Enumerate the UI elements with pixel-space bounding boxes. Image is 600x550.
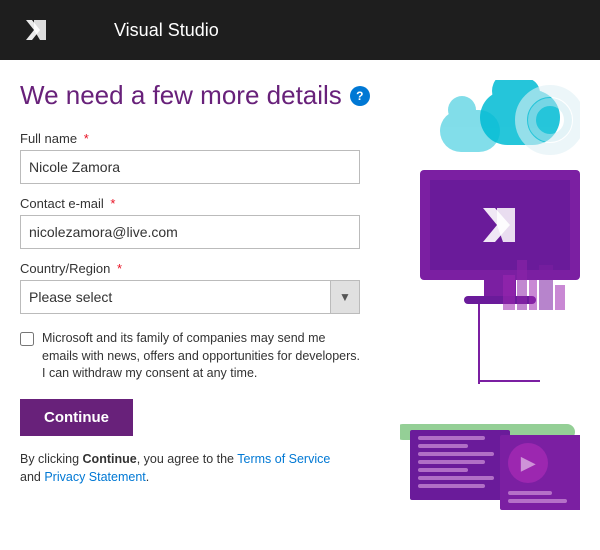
panel2-line-2 (508, 499, 567, 503)
form-panel: We need a few more details ? Full name *… (20, 80, 400, 540)
code-line-5 (418, 468, 468, 472)
code-line-3 (418, 452, 494, 456)
page-title-text: We need a few more details (20, 80, 342, 111)
code-line-4 (418, 460, 485, 464)
code-line-2 (418, 444, 468, 448)
monitor-screen (430, 180, 570, 270)
building-2 (517, 260, 527, 310)
building-4 (539, 265, 553, 310)
footer-middle: , you agree to the (137, 452, 238, 466)
code-line-1 (418, 436, 485, 440)
building-5 (555, 285, 565, 310)
email-label: Contact e-mail * (20, 196, 380, 211)
ring-circle-inner (528, 98, 572, 142)
code-panel-2: ▶ (500, 435, 580, 510)
app-title: Visual Studio (114, 20, 219, 41)
required-marker: * (113, 261, 122, 276)
country-group: Country/Region * Please selectUnited Sta… (20, 261, 380, 314)
footer-continue-bold: Continue (83, 452, 137, 466)
required-marker: * (80, 131, 89, 146)
building-3 (529, 280, 537, 310)
code-panel-2-lines (500, 491, 580, 503)
code-line-7 (418, 484, 485, 488)
city-buildings (503, 260, 565, 310)
code-lines (410, 430, 510, 498)
continue-button[interactable]: Continue (20, 399, 133, 436)
help-icon[interactable]: ? (350, 86, 370, 106)
full-name-input[interactable] (20, 150, 360, 184)
header: Visual Studio (0, 0, 600, 60)
code-panel-1 (410, 430, 510, 500)
connector-horizontal (480, 380, 540, 382)
full-name-label: Full name * (20, 131, 380, 146)
page-title-row: We need a few more details ? (20, 80, 380, 111)
footer-legal-text: By clicking Continue, you agree to the T… (20, 450, 380, 488)
full-name-group: Full name * (20, 131, 380, 184)
building-1 (503, 275, 515, 310)
marketing-checkbox[interactable] (20, 332, 34, 346)
email-group: Contact e-mail * (20, 196, 380, 249)
illustration-panel: ▶ (400, 80, 580, 540)
marketing-label[interactable]: Microsoft and its family of companies ma… (42, 330, 360, 383)
connector-vertical (478, 304, 480, 384)
footer-suffix: . (146, 470, 149, 484)
footer-prefix: By clicking (20, 452, 83, 466)
country-label: Country/Region * (20, 261, 380, 276)
terms-of-service-link[interactable]: Terms of Service (237, 452, 330, 466)
panel2-line-1 (508, 491, 552, 495)
vs-logo-large-icon (475, 200, 525, 250)
privacy-statement-link[interactable]: Privacy Statement (44, 470, 145, 484)
code-panel-2-inner: ▶ (508, 443, 548, 483)
required-marker: * (107, 196, 116, 211)
country-select[interactable]: Please selectUnited StatesUnited Kingdom… (20, 280, 360, 314)
footer-and: and (20, 470, 44, 484)
country-select-wrapper: Please selectUnited StatesUnited Kingdom… (20, 280, 360, 314)
marketing-checkbox-group: Microsoft and its family of companies ma… (20, 330, 360, 383)
email-input[interactable] (20, 215, 360, 249)
panel2-icon: ▶ (521, 453, 535, 474)
code-line-6 (418, 476, 494, 480)
vs-logo-icon (20, 14, 52, 46)
main-content: We need a few more details ? Full name *… (0, 60, 600, 550)
